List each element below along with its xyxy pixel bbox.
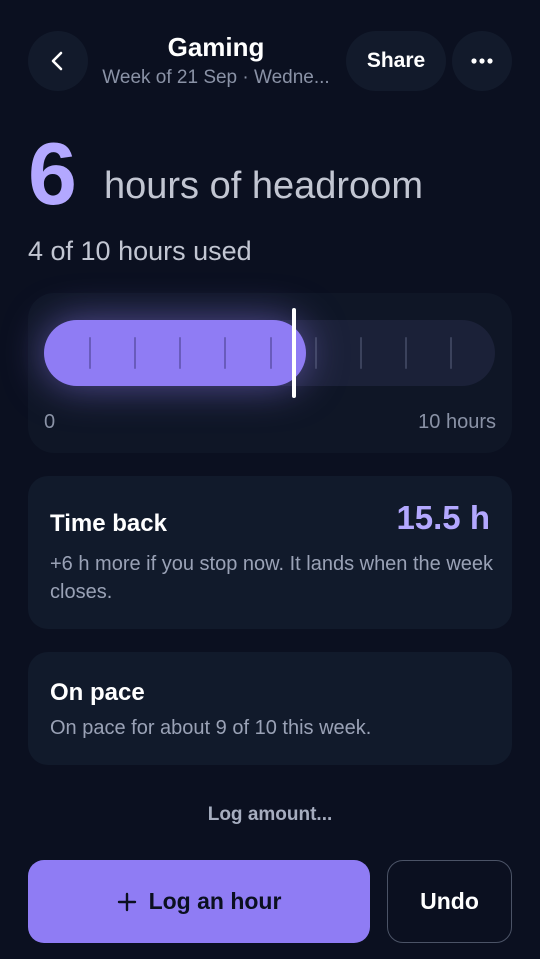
back-button[interactable] — [28, 31, 88, 91]
header: Gaming Week of 21 Sep · Wedne... — [92, 30, 340, 92]
meter-tick — [315, 337, 317, 369]
log-hour-label: Log an hour — [148, 888, 282, 914]
chevron-left-icon — [51, 51, 63, 71]
time-back-description: +6 h more if you stop now. It lands when… — [50, 553, 494, 603]
usage-meter-track — [44, 320, 495, 386]
headroom-label: hours of headroom — [104, 165, 423, 207]
meter-tick — [89, 337, 91, 369]
usage-meter-card: 0 10 hours — [28, 293, 512, 453]
meter-tick — [360, 337, 362, 369]
share-button[interactable]: Share — [346, 31, 446, 91]
more-button[interactable] — [452, 31, 512, 91]
meter-max-label: 10 hours — [418, 411, 496, 433]
pace-description: On pace for about 9 of 10 this week. — [50, 717, 372, 739]
time-back-value: 15.5 h — [396, 499, 490, 536]
time-back-title: Time back — [50, 510, 167, 537]
meter-min-label: 0 — [44, 411, 56, 433]
usage-meter-marker — [292, 308, 296, 398]
usage-meter-fill — [44, 320, 306, 386]
log-amount-link[interactable]: Log amount... — [0, 804, 540, 826]
page-subtitle: Week of 21 Sep · Wedne... — [102, 67, 330, 88]
time-back-card: Time back 15.5 h +6 h more if you stop n… — [28, 476, 512, 629]
pace-card: On pace On pace for about 9 of 10 this w… — [28, 652, 512, 765]
headroom-value: 6 — [28, 124, 77, 223]
undo-button[interactable]: Undo — [387, 860, 512, 943]
meter-tick — [270, 337, 272, 369]
pace-title: On pace — [50, 679, 145, 706]
meter-tick — [179, 337, 181, 369]
meter-tick — [224, 337, 226, 369]
hours-used-text: 4 of 10 hours used — [28, 236, 252, 266]
meter-tick — [134, 337, 136, 369]
log-hour-button[interactable]: Log an hour — [28, 860, 370, 943]
page-title: Gaming — [167, 32, 265, 62]
app-screen: Gaming Week of 21 Sep · Wedne... Share 6… — [0, 0, 540, 959]
more-horizontal-icon — [471, 58, 493, 64]
meter-tick — [450, 337, 452, 369]
meter-tick — [405, 337, 407, 369]
plus-icon — [117, 892, 136, 911]
